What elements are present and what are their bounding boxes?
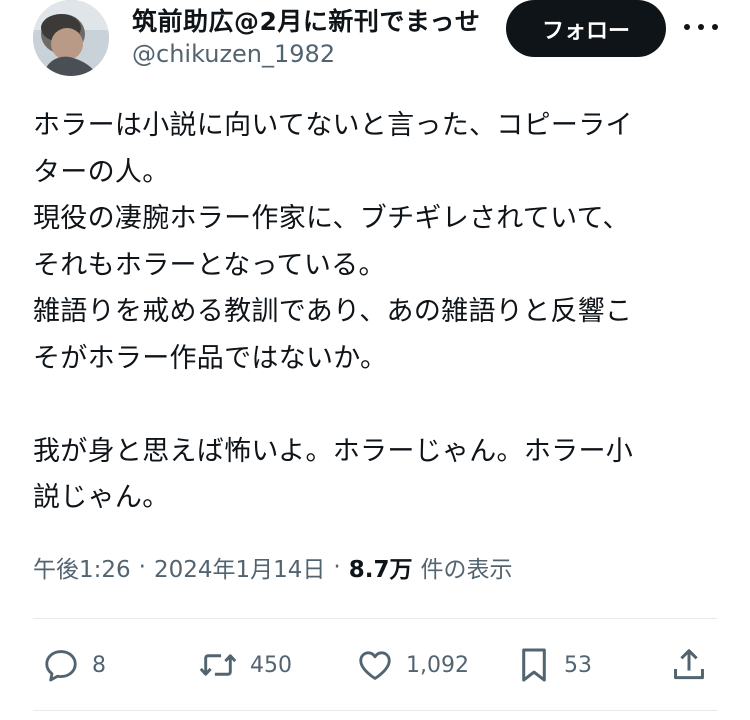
- bookmark-button[interactable]: 53: [516, 646, 592, 684]
- follow-button[interactable]: フォロー: [506, 0, 666, 57]
- reply-icon: [45, 650, 77, 682]
- share-icon: [674, 649, 704, 680]
- tweet-text: ホラーは小説に向いてないと言った、コピーライ ターの人。 現役の凄腕ホラー作家に…: [33, 110, 634, 513]
- meta-separator: ·: [333, 554, 341, 580]
- more-dot: [684, 24, 690, 30]
- meta-separator: ·: [138, 554, 146, 580]
- author-name[interactable]: 筑前助広@2月に新刊でまっせ: [132, 2, 480, 38]
- more-dot: [698, 24, 704, 30]
- author-handle[interactable]: @chikuzen_1982: [132, 40, 335, 68]
- repost-icon: [199, 654, 237, 676]
- like-button[interactable]: 1,092: [356, 646, 469, 684]
- tweet-header: 筑前助広@2月に新刊でまっせ @chikuzen_1982 フォロー: [0, 0, 750, 80]
- more-icon[interactable]: [684, 12, 718, 42]
- tweet-meta: 午後1:26 · 2024年1月14日 · 8.7万 件の表示: [33, 550, 512, 584]
- avatar-photo: [33, 0, 109, 76]
- view-count[interactable]: 8.7万: [349, 550, 413, 584]
- action-bar: 8 450 1,092 53: [0, 630, 750, 702]
- share-button[interactable]: [670, 646, 708, 684]
- repost-count: 450: [250, 652, 292, 678]
- bookmark-count: 53: [564, 652, 592, 678]
- reply-count: 8: [92, 652, 106, 678]
- like-count: 1,092: [406, 652, 469, 678]
- like-icon: [359, 651, 391, 680]
- view-count-label: 件の表示: [420, 557, 513, 583]
- divider: [33, 618, 717, 619]
- tweet-time[interactable]: 午後1:26: [33, 550, 131, 584]
- avatar[interactable]: [33, 0, 109, 76]
- more-dot: [712, 24, 718, 30]
- bookmark-icon: [522, 648, 546, 682]
- divider: [33, 710, 717, 711]
- repost-button[interactable]: 450: [198, 646, 292, 684]
- tweet-date[interactable]: 2024年1月14日: [154, 550, 325, 584]
- reply-button[interactable]: 8: [42, 646, 106, 684]
